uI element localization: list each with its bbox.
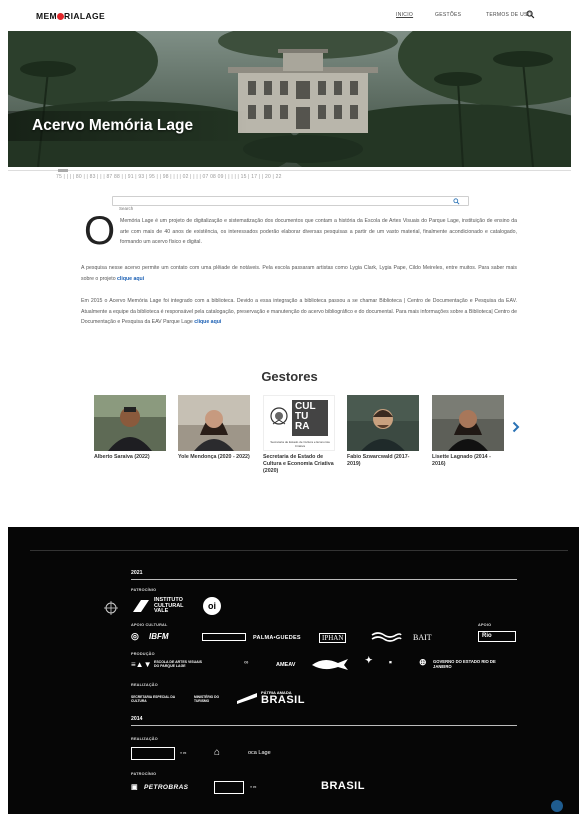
flag-logo-icon <box>237 693 257 704</box>
logo-text-left: MEM <box>36 11 58 21</box>
search-input[interactable] <box>113 204 413 213</box>
instituto-line: VALE <box>154 608 169 614</box>
paragraph-artists: A pesquisa nesse acervo permite um conta… <box>81 263 517 284</box>
gestor-photo[interactable] <box>432 395 504 451</box>
paragraph-library: Em 2015 o Acervo Memória Lage foi integr… <box>81 296 517 328</box>
project-link[interactable]: clique aqui <box>117 276 144 282</box>
cultura-text: CUL TU RA <box>292 400 328 434</box>
oi-logo: oi <box>203 597 221 615</box>
hero-banner: Acervo Memória Lage <box>8 31 571 167</box>
label-patrocinio: PATROCÍNIO <box>131 588 157 592</box>
gestor-photo[interactable] <box>347 395 419 451</box>
gestor-photo[interactable] <box>94 395 166 451</box>
oca-lage-logo: oca Lage <box>248 750 271 756</box>
site-header: MEM RIALAGE INICIO GESTÕES TERMOS DE USO <box>0 0 579 30</box>
coat-of-arms-icon <box>270 407 288 425</box>
ibfm-logo: IBFM <box>149 632 169 641</box>
multiverso-logo-icon <box>371 632 402 642</box>
gestor-card[interactable]: Lisette Lagnado (2014 - 2016) <box>432 395 504 468</box>
secretaria-logo-icon: ▣ <box>389 660 392 664</box>
intro-text: Memória Lage é um projeto de digitalizaç… <box>120 218 517 245</box>
eav-logo: ESCOLA DE ARTES VISUAIS DO PARQUE LAGE <box>154 660 202 668</box>
cultura-block: CUL TU RA <box>292 400 328 436</box>
label-producao: PRODUÇÃO <box>131 652 155 656</box>
alliance-francaise-logo-icon <box>202 633 246 641</box>
footer-divider <box>30 550 568 551</box>
site-logo[interactable]: MEM RIALAGE <box>36 11 105 21</box>
year-divider <box>131 579 517 580</box>
brasil-logo: BRASIL <box>261 694 305 706</box>
petrobras-logo: PETROBRAS <box>144 784 189 791</box>
instituto-cultural-vale-logo: INSTITUTO CULTURAL VALE <box>154 597 184 615</box>
timeline-years[interactable]: 75 | | | | 80 | | 83 | | | 87 88 | | 91 … <box>56 174 282 180</box>
logo-text-right: RIALAGE <box>64 11 106 21</box>
secretaria-especial-logo: SECRETARIA ESPECIAL DA CULTURA <box>131 695 175 703</box>
secretaria-cultura-logo-icon: ≡ ▭ <box>180 751 187 755</box>
gestor-card[interactable]: Yole Mendonça (2020 - 2022) <box>178 395 250 461</box>
paragraph-library-text: Em 2015 o Acervo Memória Lage foi integr… <box>81 298 517 325</box>
ministerio-turismo-logo: MINISTÉRIO DO TURISMO <box>194 695 220 703</box>
gestor-card[interactable]: CUL TU RA Secretaria de Estado de Cultur… <box>263 395 335 474</box>
label-apoio-cultural: APOIO CULTURAL <box>131 623 168 627</box>
gestor-name: Lisette Lagnado (2014 - 2016) <box>432 454 491 467</box>
br-logo-icon: ▣ <box>131 784 138 791</box>
cultura-logo[interactable]: CUL TU RA Secretaria de Estado de Cultur… <box>263 395 335 451</box>
nav-inicio[interactable]: INICIO <box>396 12 413 18</box>
gestor-name: Fabio Szwarcwald (2017-2019) <box>347 454 410 467</box>
prefeitura-logo-icon <box>131 747 175 760</box>
timeline-marker[interactable] <box>58 169 68 172</box>
label-realizacao: REALIZAÇÃO <box>131 683 158 687</box>
eav-logo-icon: ≡▲▼ <box>131 660 152 669</box>
vale-logo-icon <box>133 600 149 612</box>
cultura-line: RA <box>295 421 310 432</box>
timeline[interactable]: 75 | | | | 80 | | 83 | | | 87 88 | | 91 … <box>8 167 571 189</box>
search-icon[interactable] <box>526 10 535 19</box>
label-apoio: APOIO <box>478 623 492 627</box>
iphan-logo: IPHAN <box>319 633 347 643</box>
year-2021: 2021 <box>131 570 143 576</box>
footer: 2021 PATROCÍNIO INSTITUTO CULTURAL VALE … <box>8 527 579 814</box>
ameav-logo: AMEAV <box>276 662 296 668</box>
paragraph-artists-text: A pesquisa nesse acervo permite um conta… <box>81 265 517 282</box>
gestor-card[interactable]: Fabio Szwarcwald (2017-2019) <box>347 395 419 468</box>
estado-rio-logo-icon: ⊕ <box>419 657 427 667</box>
brasil-logo: BRASIL <box>321 780 365 792</box>
gestores-title: Gestores <box>261 369 318 384</box>
label-realizacao: REALIZAÇÃO <box>131 737 158 741</box>
associacao-logo-icon: ∞ <box>244 660 249 666</box>
hero-image <box>8 31 571 167</box>
palma-guedes-logo: PALMA•GUEDES <box>253 635 301 641</box>
oi-futuro-logo-icon: ◎ <box>131 631 139 641</box>
rio-logo: Rio <box>478 631 516 642</box>
governo-rio-logo: GOVERNO DO ESTADO RIO DE JANEIRO <box>433 659 496 669</box>
gestor-name: Secretaria de Estado de Cultura e Econom… <box>263 454 334 474</box>
brazil-gov-logo-icon: ✦ <box>365 655 373 665</box>
fish-logo-icon <box>312 659 348 670</box>
intro-drop-cap: O <box>84 209 116 253</box>
search-bar <box>112 196 469 213</box>
label-patrocinio: PATROCÍNIO <box>131 772 157 776</box>
year-2014: 2014 <box>131 716 143 722</box>
prefeitura-logo-icon <box>214 781 244 794</box>
timeline-track <box>8 170 571 171</box>
logo-red-dot <box>57 12 65 20</box>
bait-logo: BAIT <box>413 633 432 642</box>
side-logo-icon <box>104 601 118 615</box>
scroll-to-top-button[interactable] <box>551 800 563 812</box>
nav-termos-de-uso[interactable]: TERMOS DE USO <box>486 12 532 18</box>
carousel-next-icon[interactable] <box>512 421 520 433</box>
secretaria-cultura-logo-icon: ≡ ▭ <box>250 785 257 789</box>
gestor-name: Yole Mendonça (2020 - 2022) <box>178 454 250 460</box>
ministerio-logo-icon: ⌂ <box>214 747 221 758</box>
gestor-card[interactable]: Alberto Saraiva (2022) <box>94 395 166 461</box>
year-divider <box>131 725 517 726</box>
cultura-caption: Secretaria de Estado de Cultura e Econom… <box>270 440 330 448</box>
search-icon[interactable] <box>453 198 460 205</box>
gestor-name: Alberto Saraiva (2022) <box>94 454 150 460</box>
nav-gestoes[interactable]: GESTÕES <box>435 12 461 18</box>
library-link[interactable]: clique aqui <box>194 319 221 325</box>
hero-title: Acervo Memória Lage <box>32 117 194 134</box>
gestor-photo[interactable] <box>178 395 250 451</box>
